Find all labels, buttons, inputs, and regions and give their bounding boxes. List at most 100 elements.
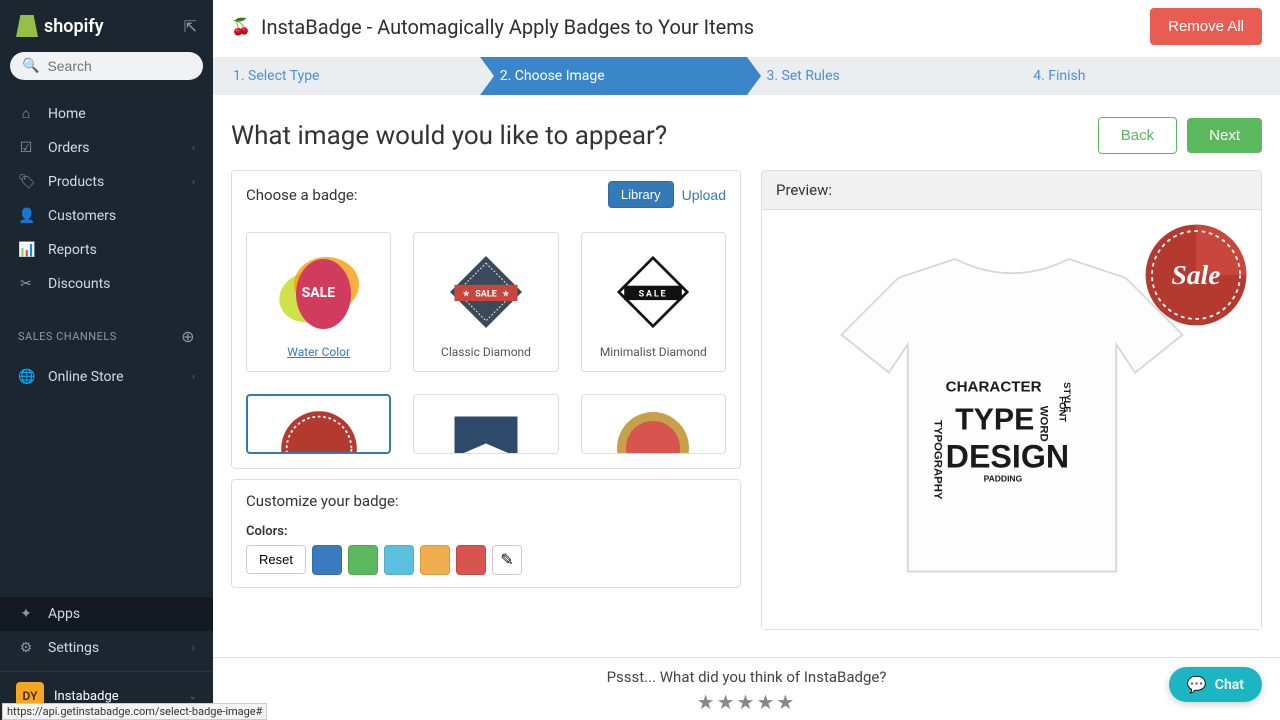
step-label: 2. Choose Image xyxy=(500,68,605,84)
chat-icon: 💬 xyxy=(1187,675,1207,694)
customize-title: Customize your badge: xyxy=(246,492,726,510)
next-button[interactable]: Next xyxy=(1187,118,1262,153)
globe-icon: 🌐 xyxy=(18,369,34,385)
feedback-bar: Pssst... What did you think of InstaBadg… xyxy=(213,657,1280,720)
search-input[interactable] xyxy=(47,58,191,74)
step-finish[interactable]: 4. Finish xyxy=(1013,57,1280,95)
sidebar: shopify ⇱ 🔍 ⌂Home ☑Orders› 🏷Products› 👤C… xyxy=(0,0,213,720)
external-link-icon[interactable]: ⇱ xyxy=(184,17,197,36)
discount-icon: ✂ xyxy=(18,276,34,292)
badge-image xyxy=(441,403,531,454)
chevron-right-icon: › xyxy=(192,643,195,654)
nav-customers[interactable]: 👤Customers xyxy=(0,199,213,233)
badge-label: Minimalist Diamond xyxy=(600,345,707,361)
remove-all-button[interactable]: Remove All xyxy=(1150,8,1262,45)
apps-icon: ✦ xyxy=(18,606,34,622)
back-button[interactable]: Back xyxy=(1098,117,1177,154)
nav-settings[interactable]: ⚙ Settings › xyxy=(0,631,213,665)
chevron-down-icon: ⌄ xyxy=(189,691,197,702)
nav-discounts[interactable]: ✂ Discounts xyxy=(0,267,213,301)
step-label: 3. Set Rules xyxy=(767,68,840,84)
nav-label: Online Store xyxy=(48,369,124,385)
nav-label: Home xyxy=(48,106,86,122)
page-title: What image would you like to appear? xyxy=(231,121,667,151)
badge-image xyxy=(608,403,698,454)
nav-reports[interactable]: 📊Reports xyxy=(0,233,213,267)
color-swatch[interactable] xyxy=(348,545,378,575)
color-swatch[interactable] xyxy=(384,545,414,575)
badge-classic-diamond[interactable]: SALE ★ ★ Classic Diamond xyxy=(413,232,558,372)
svg-text:SALE: SALE xyxy=(639,290,668,300)
heading-row: What image would you like to appear? Bac… xyxy=(213,95,1280,170)
app-icon: 🍒 xyxy=(231,17,251,37)
nav-home[interactable]: ⌂Home xyxy=(0,96,213,131)
gear-icon: ⚙ xyxy=(18,640,34,656)
sales-channels-header: SALES CHANNELS ⊕ xyxy=(0,307,213,354)
search-icon: 🔍 xyxy=(22,58,39,74)
badge-image xyxy=(274,404,364,454)
primary-nav: ⌂Home ☑Orders› 🏷Products› 👤Customers 📊Re… xyxy=(0,90,213,307)
svg-text:WORD: WORD xyxy=(1037,405,1049,441)
badge-image: SALE ★ ★ xyxy=(441,247,531,337)
nav-apps[interactable]: ✦Apps xyxy=(0,597,213,631)
preview-body: CHARACTER TYPE DESIGN WORD FONT STYLE TY… xyxy=(762,210,1261,629)
color-swatch[interactable] xyxy=(312,545,342,575)
main: 🍒 InstaBadge - Automagically Apply Badge… xyxy=(213,0,1280,720)
nav-label: Discounts xyxy=(48,276,110,292)
svg-text:CHARACTER: CHARACTER xyxy=(945,378,1041,395)
nav-products[interactable]: 🏷Products› xyxy=(0,165,213,199)
chat-label: Chat xyxy=(1215,677,1244,693)
choose-badge-title: Choose a badge: xyxy=(246,186,357,204)
badge-red-circle[interactable] xyxy=(246,394,391,454)
badge-label: Classic Diamond xyxy=(441,345,531,361)
badge-minimalist-diamond[interactable]: SALE Minimalist Diamond xyxy=(581,232,726,372)
preview-panel: Preview: CHARACTER TYPE DESIGN WORD FONT… xyxy=(761,170,1262,630)
color-swatch[interactable] xyxy=(456,545,486,575)
badge-seal[interactable] xyxy=(581,394,726,454)
nav-label: Orders xyxy=(48,140,90,156)
chart-icon: 📊 xyxy=(18,242,34,258)
color-picker-button[interactable]: ✎ xyxy=(492,545,522,575)
channels-nav: 🌐 Online Store › xyxy=(0,354,213,400)
logo[interactable]: shopify xyxy=(16,15,104,37)
tag-icon: 🏷 xyxy=(18,174,34,190)
badge-water-color[interactable]: SALE Water Color xyxy=(246,232,391,372)
user-name: Instabadge xyxy=(54,689,119,704)
preview-title: Preview: xyxy=(762,171,1261,210)
left-column: Choose a badge: Library Upload SALE xyxy=(231,170,741,720)
svg-text:★: ★ xyxy=(502,290,510,300)
step-select-type[interactable]: 1. Select Type xyxy=(213,57,480,95)
step-set-rules[interactable]: 3. Set Rules xyxy=(747,57,1014,95)
chat-button[interactable]: 💬 Chat xyxy=(1169,667,1262,702)
nav-online-store[interactable]: 🌐 Online Store › xyxy=(0,360,213,394)
person-icon: 👤 xyxy=(18,208,34,224)
color-swatch[interactable] xyxy=(420,545,450,575)
step-choose-image[interactable]: 2. Choose Image xyxy=(480,57,747,95)
svg-text:TYPOGRAPHY: TYPOGRAPHY xyxy=(931,420,943,500)
reset-button[interactable]: Reset xyxy=(246,545,306,574)
brand-text: shopify xyxy=(44,16,104,37)
status-bar-url: https://api.getinstabadge.com/select-bad… xyxy=(2,703,267,720)
rating-stars[interactable]: ★★★★★ xyxy=(213,690,1280,714)
svg-text:STYLE: STYLE xyxy=(1061,382,1072,413)
badge-ribbon[interactable] xyxy=(413,394,558,454)
nav-label: Settings xyxy=(48,640,99,656)
badge-image: SALE xyxy=(608,247,698,337)
colors-label: Colors: xyxy=(246,524,726,539)
svg-text:PADDING: PADDING xyxy=(983,473,1022,483)
add-channel-icon[interactable]: ⊕ xyxy=(181,327,195,346)
search-box[interactable]: 🔍 xyxy=(10,52,203,80)
step-label: 4. Finish xyxy=(1033,68,1085,84)
eyedropper-icon: ✎ xyxy=(500,550,513,569)
svg-text:★: ★ xyxy=(462,290,470,300)
choose-badge-panel: Choose a badge: Library Upload SALE xyxy=(231,170,741,469)
nav-orders[interactable]: ☑Orders› xyxy=(0,131,213,165)
sidebar-header: shopify ⇱ xyxy=(0,0,213,52)
library-tab[interactable]: Library xyxy=(608,181,674,208)
step-label: 1. Select Type xyxy=(233,68,319,84)
badge-image: SALE xyxy=(274,247,364,337)
bottom-nav: ✦Apps ⚙ Settings › xyxy=(0,591,213,671)
upload-tab[interactable]: Upload xyxy=(682,187,726,203)
badge-sale-text: SALE xyxy=(302,285,335,301)
chevron-right-icon: › xyxy=(192,372,195,383)
